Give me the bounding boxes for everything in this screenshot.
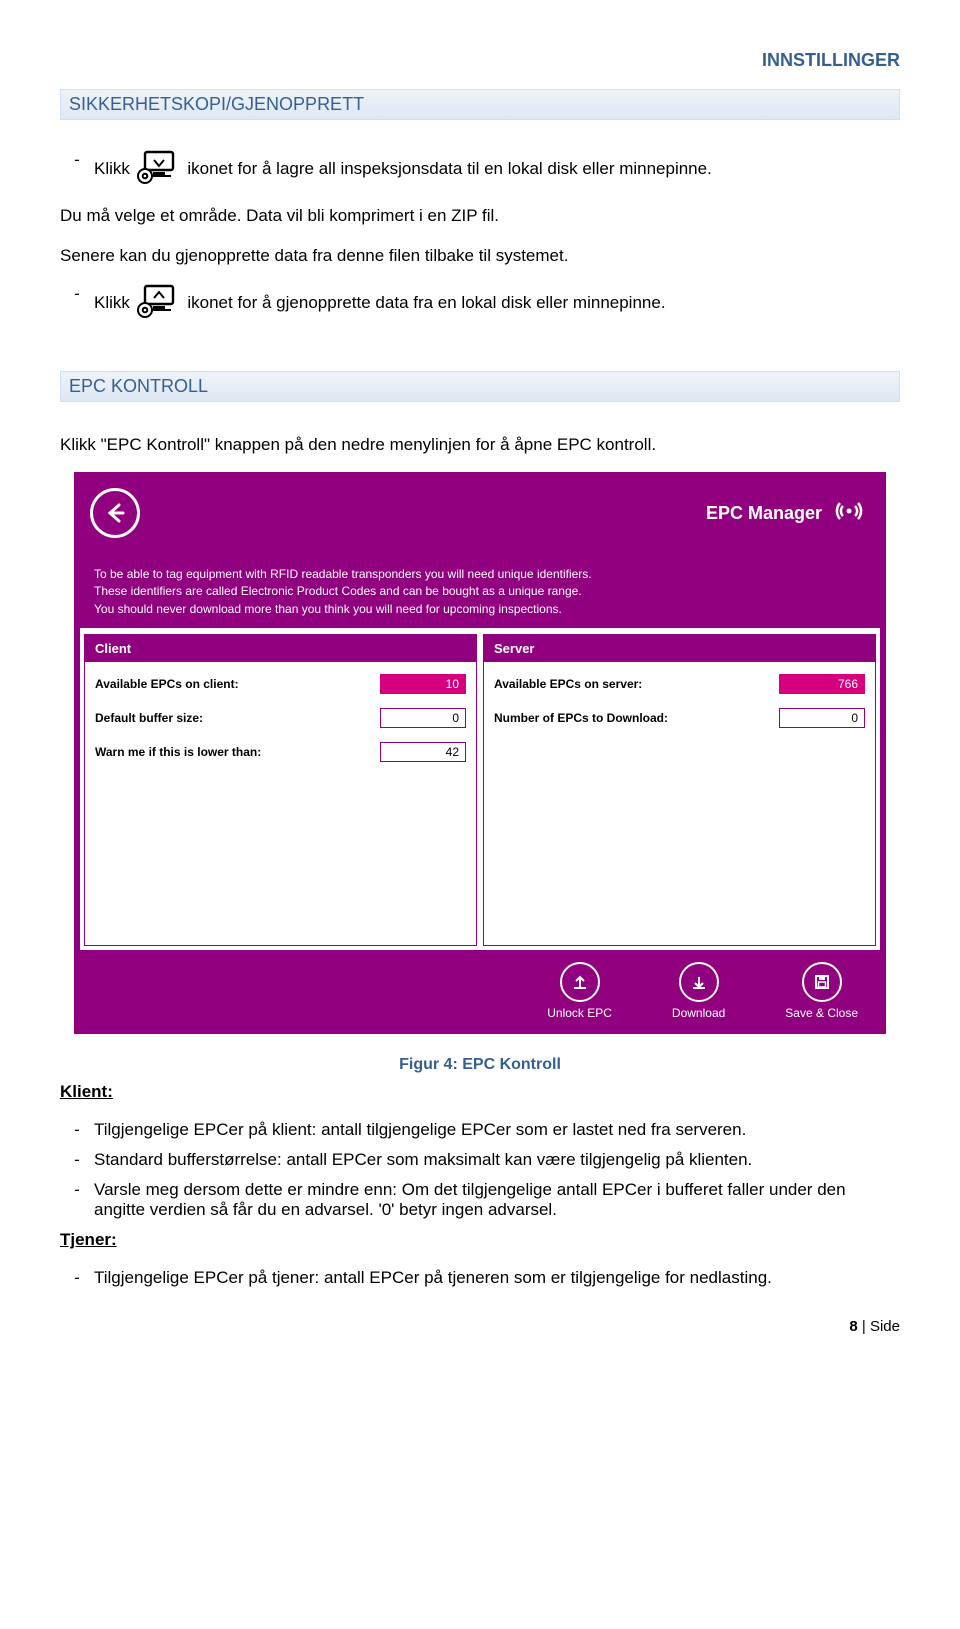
client-available-value[interactable]: 10 xyxy=(380,674,466,694)
paragraph: Senere kan du gjenopprette data fra denn… xyxy=(60,243,900,269)
server-available-value[interactable]: 766 xyxy=(779,674,865,694)
server-panel: Server Available EPCs on server: 766 Num… xyxy=(483,634,876,946)
epc-manager-screenshot: EPC Manager To be able to tag equipment … xyxy=(74,472,886,1034)
paragraph: Klikk "EPC Kontroll" knappen på den nedr… xyxy=(60,432,900,458)
section-backup-restore: SIKKERHETSKOPI/GJENOPPRETT xyxy=(60,89,900,120)
server-download-value[interactable]: 0 xyxy=(779,708,865,728)
save-close-button[interactable]: Save & Close xyxy=(785,962,858,1020)
paragraph: Du må velge et område. Data vil bli komp… xyxy=(60,203,900,229)
client-buffer-value[interactable]: 0 xyxy=(380,708,466,728)
client-panel-header: Client xyxy=(85,635,476,662)
wireless-icon xyxy=(832,499,866,528)
text: Klikk xyxy=(94,159,135,178)
client-warn-value[interactable]: 42 xyxy=(380,742,466,762)
server-panel-header: Server xyxy=(484,635,875,662)
text: Klikk xyxy=(94,293,135,312)
page-footer: 8 | Side xyxy=(60,1318,900,1335)
list-item: - Tilgjengelige EPCer på klient: antall … xyxy=(60,1120,900,1140)
bullet-save-icon: - Klikk ikonet for å lagre all inspeksjo… xyxy=(60,150,900,189)
upload-icon xyxy=(560,962,600,1002)
client-available-label: Available EPCs on client: xyxy=(95,677,239,691)
client-warn-label: Warn me if this is lower than: xyxy=(95,745,261,759)
save-to-disk-icon xyxy=(137,150,181,189)
list-item: - Tilgjengelige EPCer på tjener: antall … xyxy=(60,1268,900,1288)
download-button[interactable]: Download xyxy=(672,962,725,1020)
tjener-subheading: Tjener: xyxy=(60,1230,900,1250)
epc-title: EPC Manager xyxy=(706,503,822,524)
server-available-label: Available EPCs on server: xyxy=(494,677,642,691)
list-item: - Varsle meg dersom dette er mindre enn:… xyxy=(60,1180,900,1220)
text: ikonet for å gjenopprette data fra en lo… xyxy=(187,293,665,312)
list-item: - Standard bufferstørrelse: antall EPCer… xyxy=(60,1150,900,1170)
client-buffer-label: Default buffer size: xyxy=(95,711,203,725)
back-icon[interactable] xyxy=(90,488,140,538)
page-corner-header: INNSTILLINGER xyxy=(60,50,900,71)
download-icon xyxy=(679,962,719,1002)
klient-subheading: Klient: xyxy=(60,1082,900,1102)
unlock-epc-button[interactable]: Unlock EPC xyxy=(547,962,612,1020)
restore-from-disk-icon xyxy=(137,284,181,323)
figure-caption: Figur 4: EPC Kontroll xyxy=(60,1056,900,1074)
bullet-restore-icon: - Klikk ikonet for å gjenopprette data f… xyxy=(60,284,900,323)
server-download-label: Number of EPCs to Download: xyxy=(494,711,668,725)
save-icon xyxy=(802,962,842,1002)
text: ikonet for å lagre all inspeksjonsdata t… xyxy=(187,159,711,178)
section-epc-kontroll: EPC KONTROLL xyxy=(60,371,900,402)
client-panel: Client Available EPCs on client: 10 Defa… xyxy=(84,634,477,946)
epc-info-strip: To be able to tag equipment with RFID re… xyxy=(80,556,880,628)
